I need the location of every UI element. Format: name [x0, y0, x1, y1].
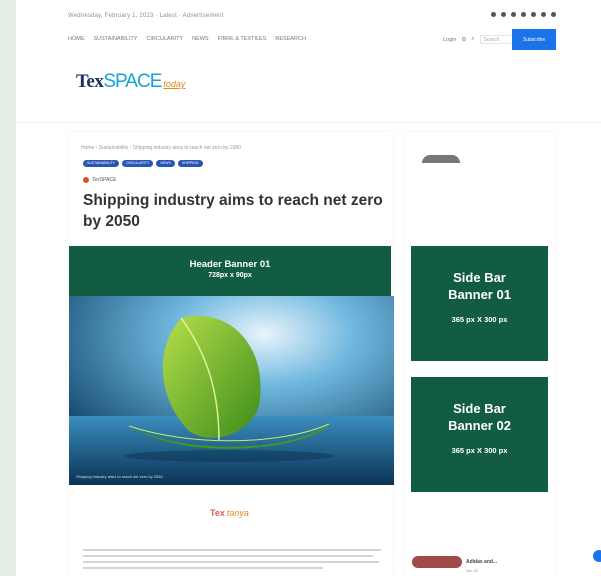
side-banner-02[interactable]: Side Bar Banner 02 365 px X 300 px [411, 377, 548, 492]
inline-logo-part2: tanya [226, 508, 249, 518]
login-link[interactable]: Login [443, 37, 456, 43]
sidebar-post-meta: Jan 30 [466, 568, 479, 573]
site-logo[interactable]: Tex SPACE today [76, 71, 185, 99]
tag-circularity[interactable]: CIRCULARITY [121, 160, 154, 167]
side-banner-01-line2: Banner 01 [448, 287, 511, 302]
facebook-icon[interactable] [491, 12, 496, 17]
search-icon[interactable]: ⌕ [471, 36, 474, 43]
header-banner-title: Header Banner 01 [189, 259, 271, 270]
side-banner-02-line1: Side Bar [453, 401, 506, 416]
article-tags: SUSTAINABILITY CIRCULARITY NEWS SHIPPING [83, 160, 203, 167]
youtube-icon[interactable] [521, 12, 526, 17]
breadcrumb: Home › Sustainability › Shipping industr… [81, 145, 242, 151]
nav-item-research[interactable]: Research [275, 36, 306, 42]
side-banner-02-line2: Banner 02 [448, 418, 511, 433]
tag-sustainability[interactable]: SUSTAINABILITY [83, 160, 119, 167]
sidebar-post-title[interactable]: Adidas and... [466, 559, 497, 565]
side-banner-01-size: 365 px X 300 px [451, 315, 508, 324]
nav-item-circularity[interactable]: Circularity [146, 36, 183, 42]
image-caption: Shipping industry aims to reach net zero… [76, 474, 163, 479]
nav-item-news[interactable]: News [192, 36, 209, 42]
chat-icon[interactable] [593, 550, 601, 562]
tag-shipping[interactable]: SHIPPING [177, 160, 203, 167]
header-banner[interactable]: Header Banner 01 728px x 90px [69, 246, 391, 296]
nav-item-sustainability[interactable]: Sustainability [94, 36, 138, 42]
side-banner-02-size: 365 px X 300 px [451, 446, 508, 455]
article-body [83, 549, 381, 573]
social-icons [491, 12, 556, 17]
logo-text-tex: Tex [76, 71, 104, 92]
sidebar-thumbnail[interactable] [422, 155, 460, 163]
rss-icon[interactable] [551, 12, 556, 17]
side-banner-01[interactable]: Side Bar Banner 01 365 px X 300 px [411, 246, 548, 361]
main-nav: Home Sustainability Circularity News Fib… [68, 29, 556, 50]
pinterest-icon[interactable] [541, 12, 546, 17]
author-avatar [83, 177, 89, 183]
logo-text-space: SPACE [103, 71, 162, 92]
nav-item-fibre[interactable]: Fibre & Textiles [218, 36, 267, 42]
article-author[interactable]: TexSPACE [83, 177, 116, 183]
nav-menu: Home Sustainability Circularity News Fib… [68, 36, 306, 42]
logo-text-today: today [163, 79, 186, 89]
inline-logo-part1: Tex [210, 508, 225, 518]
author-name: TexSPACE [92, 177, 117, 183]
top-bar: Wednesday, February 1, 2023 · Latest · A… [68, 8, 556, 24]
inline-logo: Tex tanya [210, 508, 249, 518]
subscribe-button[interactable]: Subscribe [512, 29, 556, 50]
sidebar-post-thumbnail[interactable] [412, 556, 462, 568]
header-banner-size: 728px x 90px [208, 272, 252, 279]
nav-item-home[interactable]: Home [68, 36, 85, 42]
article-hero-image [69, 296, 394, 485]
tag-news[interactable]: NEWS [156, 160, 175, 167]
leaf-boat-illustration [69, 296, 394, 485]
twitter-icon[interactable] [501, 12, 506, 17]
article-title: Shipping industry aims to reach net zero… [83, 192, 383, 230]
instagram-icon[interactable] [531, 12, 536, 17]
side-banner-01-line1: Side Bar [453, 270, 506, 285]
settings-icon[interactable]: ⚙ [461, 37, 466, 43]
linkedin-icon[interactable] [511, 12, 516, 17]
header-divider [16, 122, 601, 123]
top-bar-date: Wednesday, February 1, 2023 · Latest · A… [68, 13, 224, 19]
